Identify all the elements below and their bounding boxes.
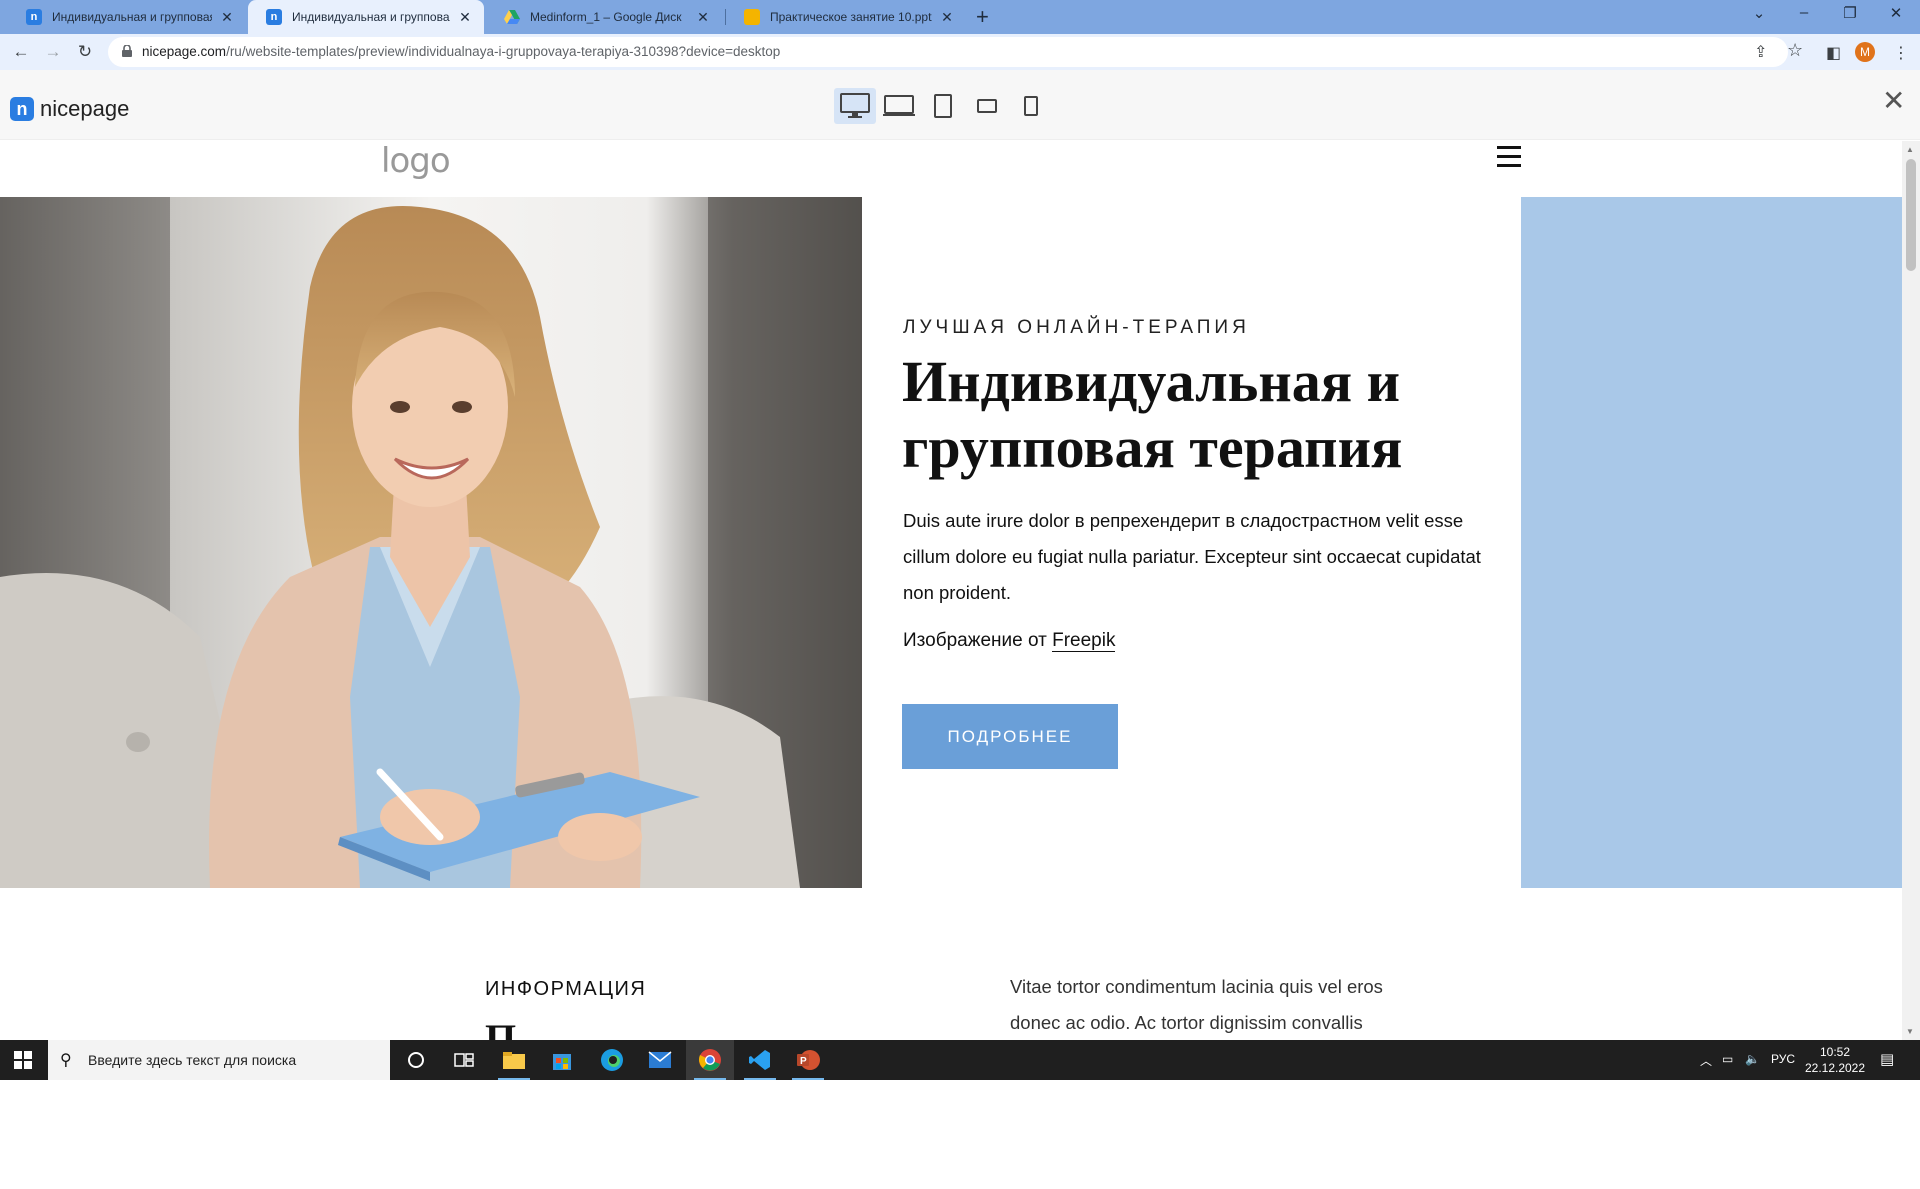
reload-icon[interactable]: ↻ — [72, 39, 98, 65]
image-credit: Изображение от Freepik — [903, 630, 1116, 652]
svg-text:P: P — [800, 1056, 807, 1067]
search-icon: ⚲ — [60, 1052, 72, 1069]
browser-tab-strip: n Индивидуальная и групповая те ✕ n Инди… — [0, 0, 1920, 34]
hero-eyebrow: ЛУЧШАЯ ОНЛАЙН-ТЕРАПИЯ — [903, 317, 1250, 338]
scroll-up-arrow-icon[interactable]: ▲ — [1906, 145, 1914, 154]
close-tab-icon[interactable]: ✕ — [456, 9, 474, 26]
browser-tab-3[interactable]: Medinform_1 – Google Диск ✕ — [486, 0, 722, 34]
edge-browser-icon[interactable] — [588, 1040, 636, 1080]
taskbar-search-box[interactable]: ⚲ Введите здесь текст для поиска — [48, 1040, 390, 1080]
preview-frame: logo ЛУЧШАЯ ОНЛАЙН-ТЕРАПИЯ Индивидуальна… — [0, 141, 1920, 1040]
browser-tab-1[interactable]: n Индивидуальная и групповая те ✕ — [8, 0, 246, 34]
close-tab-icon[interactable]: ✕ — [218, 9, 236, 26]
taskbar-clock[interactable]: 10:52 22.12.2022 — [1800, 1044, 1870, 1076]
forward-arrow-icon[interactable]: → — [40, 39, 66, 65]
profile-avatar[interactable]: M — [1855, 42, 1875, 62]
share-icon[interactable]: ⇪ — [1754, 42, 1767, 62]
hamburger-menu-icon[interactable] — [1497, 146, 1521, 173]
new-tab-plus-icon[interactable]: + — [976, 4, 989, 30]
powerpoint-icon[interactable]: P — [784, 1040, 832, 1080]
scroll-down-arrow-icon[interactable]: ▼ — [1906, 1027, 1914, 1036]
url-text: nicepage.com/ru/website-templates/previe… — [142, 44, 781, 59]
more-button[interactable]: ПОДРОБНЕЕ — [902, 704, 1118, 769]
vscode-icon[interactable] — [736, 1040, 784, 1080]
language-indicator[interactable]: РУС — [1771, 1052, 1795, 1066]
browser-tab-2-active[interactable]: n Индивидуальная и групповая те ✕ — [248, 0, 484, 34]
phone-landscape-device-icon[interactable] — [966, 88, 1008, 124]
address-bar[interactable]: nicepage.com/ru/website-templates/previe… — [108, 37, 1803, 67]
google-slides-icon — [744, 9, 760, 25]
close-tab-icon[interactable]: ✕ — [694, 9, 712, 26]
bookmark-star-icon[interactable]: ☆ — [1787, 40, 1803, 61]
close-preview-icon[interactable]: ✕ — [1882, 84, 1905, 117]
cortana-icon[interactable] — [392, 1040, 440, 1080]
menu-kebab-icon[interactable]: ⋮ — [1893, 43, 1909, 63]
close-tab-icon[interactable]: ✕ — [938, 9, 956, 26]
windows-taskbar: ⚲ Введите здесь текст для поиска P ︿ ▭ 🔈… — [0, 1040, 1920, 1080]
info-section-text: Vitae tortor condimentum lacinia quis ve… — [1010, 976, 1383, 1033]
restore-window-icon[interactable]: ❐ — [1827, 4, 1873, 22]
hero-title: Индивидуальная и групповая терапия — [902, 349, 1403, 480]
hero-photo — [0, 197, 862, 888]
network-icon[interactable]: ▭ — [1722, 1052, 1733, 1066]
mail-icon[interactable] — [636, 1040, 684, 1080]
tab-search-chevron-icon[interactable]: ⌄ — [1736, 4, 1782, 22]
browser-toolbar: ← → ↻ nicepage.com/ru/website-templates/… — [0, 34, 1920, 70]
info-section-label: ИНФОРМАЦИЯ — [485, 978, 647, 1000]
tablet-device-icon[interactable] — [922, 88, 964, 124]
side-panel-icon[interactable]: ◧ — [1826, 43, 1841, 63]
nicepage-favicon-icon: n — [266, 9, 282, 25]
google-drive-icon — [504, 9, 520, 25]
blank-area-below-taskbar — [0, 1080, 1920, 1189]
laptop-device-icon[interactable] — [878, 88, 920, 124]
show-hidden-icons-icon[interactable]: ︿ — [1700, 1052, 1712, 1069]
task-view-icon[interactable] — [440, 1040, 488, 1080]
hero-text: Duis aute irure dolor в репрехендерит в … — [903, 510, 1481, 603]
scrollbar-thumb[interactable] — [1906, 159, 1916, 271]
close-window-icon[interactable]: ✕ — [1873, 4, 1919, 22]
preview-header: n nicepage ✕ — [0, 70, 1920, 140]
site-logo[interactable]: logo — [381, 141, 451, 181]
nicepage-logo[interactable]: n nicepage — [10, 96, 129, 122]
desktop-device-icon[interactable] — [834, 88, 876, 124]
microsoft-store-icon[interactable] — [538, 1040, 586, 1080]
nicepage-favicon-icon: n — [26, 9, 42, 25]
minimize-window-icon[interactable]: – — [1781, 4, 1827, 21]
nicepage-logo-icon: n — [10, 97, 34, 121]
chrome-icon[interactable] — [686, 1040, 734, 1080]
browser-tab-4[interactable]: Практическое занятие 10.pptx - ✕ — [726, 0, 966, 34]
freepik-link[interactable]: Freepik — [1052, 630, 1116, 652]
device-switcher — [834, 88, 1052, 124]
preview-scrollbar[interactable]: ▲ ▼ — [1902, 141, 1920, 1040]
notifications-icon[interactable]: ▤ — [1880, 1050, 1894, 1068]
phone-device-icon[interactable] — [1010, 88, 1052, 124]
hero-blue-panel — [1521, 197, 1902, 888]
info-section-heading: П — [485, 1016, 517, 1040]
windows-start-icon[interactable] — [14, 1051, 32, 1069]
file-explorer-icon[interactable] — [490, 1040, 538, 1080]
back-arrow-icon[interactable]: ← — [8, 39, 34, 65]
volume-muted-icon[interactable]: 🔈 — [1745, 1052, 1760, 1066]
lock-icon — [122, 45, 132, 57]
